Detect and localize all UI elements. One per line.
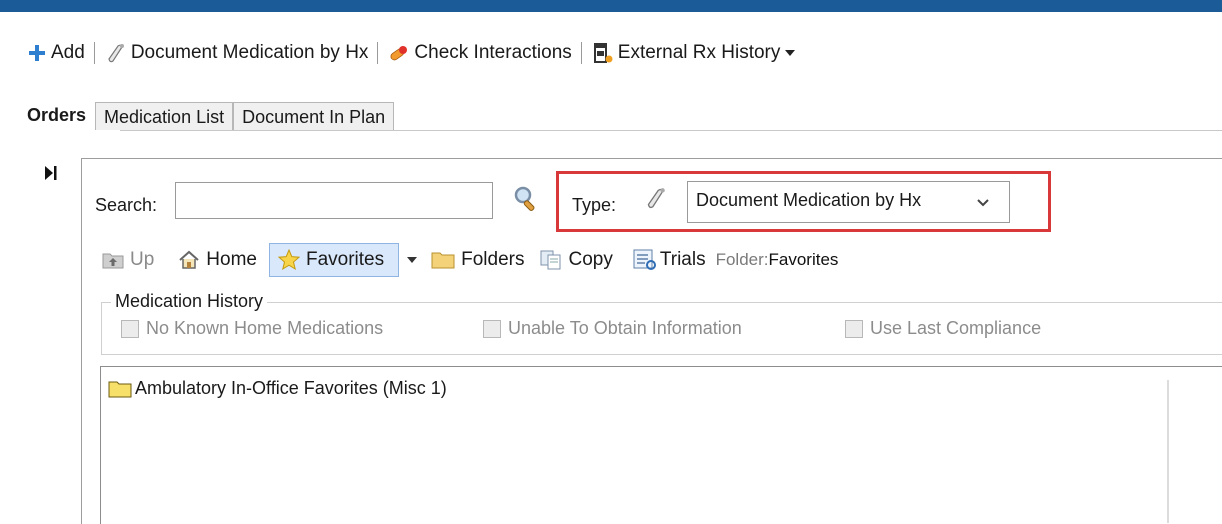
magnifier-icon[interactable] — [511, 184, 541, 214]
document-medication-label: Document Medication by Hx — [130, 42, 369, 63]
folder-icon — [108, 381, 132, 397]
current-folder-value: Favorites — [768, 250, 839, 269]
type-dropdown[interactable]: Document Medication by Hx — [687, 181, 1010, 223]
folder-icon — [431, 252, 455, 269]
plus-icon — [29, 45, 45, 61]
list-item-label: Ambulatory In-Office Favorites (Misc 1) — [135, 378, 447, 398]
checkbox-label: Use Last Compliance — [870, 318, 1042, 338]
copy-icon — [540, 250, 561, 270]
folder-prefix-label: Folder: — [715, 250, 769, 269]
star-icon — [277, 249, 300, 271]
favorites-label: Favorites — [305, 249, 385, 270]
checkbox-box — [845, 319, 863, 338]
type-selected-value: Document Medication by Hx — [696, 190, 922, 210]
toolbar: Add Document Medication by Hx Check Inte… — [28, 38, 796, 68]
checkbox-label: No Known Home Medications — [146, 318, 384, 338]
home-icon — [179, 250, 199, 269]
checkbox-box — [121, 319, 139, 338]
tab-document-in-plan[interactable]: Document In Plan — [233, 102, 395, 130]
tab-divider — [120, 130, 1222, 131]
chevron-down-icon[interactable] — [976, 198, 990, 208]
home-label: Home — [206, 249, 257, 270]
checkbox-box — [483, 319, 501, 338]
pills-icon — [390, 46, 408, 61]
document-medication-button[interactable]: Document Medication by Hx — [104, 42, 369, 64]
favorites-dropdown-icon[interactable] — [407, 256, 418, 264]
trials-label: Trials — [659, 249, 706, 270]
trials-button[interactable]: Trials — [633, 249, 706, 271]
copy-label: Copy — [568, 249, 613, 270]
checkbox-label: Unable To Obtain Information — [508, 318, 742, 338]
copy-button[interactable]: Copy — [540, 249, 613, 271]
toolbar-separator — [93, 42, 95, 64]
tab-orders[interactable]: Orders — [20, 100, 96, 130]
dropdown-arrow-icon[interactable] — [785, 49, 796, 57]
medication-history-title: Medication History — [111, 291, 268, 312]
scrollbar[interactable] — [1167, 380, 1169, 523]
use-last-compliance-checkbox[interactable]: Use Last Compliance — [845, 318, 1041, 339]
toolbar-separator — [580, 42, 582, 64]
folder-up-icon — [102, 253, 124, 269]
favorites-button[interactable]: Favorites — [268, 243, 400, 277]
external-rx-history-button[interactable]: External Rx History — [591, 42, 796, 64]
folders-button[interactable]: Folders — [431, 249, 524, 271]
search-input[interactable] — [175, 182, 493, 219]
home-button[interactable]: Home — [178, 249, 257, 271]
list-item[interactable]: Ambulatory In-Office Favorites (Misc 1) — [108, 378, 447, 399]
no-known-home-meds-checkbox[interactable]: No Known Home Medications — [121, 318, 383, 339]
external-rx-history-label: External Rx History — [617, 42, 781, 63]
tab-strip: Orders Medication List Document In Plan — [20, 100, 395, 130]
expand-panel-icon[interactable] — [44, 164, 58, 182]
up-label: Up — [130, 249, 155, 270]
search-label: Search: — [95, 195, 158, 215]
check-interactions-button[interactable]: Check Interactions — [387, 42, 572, 64]
window-title-bar — [0, 0, 1222, 12]
unable-to-obtain-checkbox[interactable]: Unable To Obtain Information — [483, 318, 742, 339]
check-interactions-label: Check Interactions — [414, 42, 572, 63]
toolbar-separator — [377, 42, 379, 64]
folder-navigation: Up Home Favorites Folders Copy Trials Fo… — [102, 240, 838, 280]
trials-icon — [633, 249, 656, 270]
folders-label: Folders — [461, 249, 525, 270]
scroll-icon — [108, 44, 124, 63]
add-label: Add — [51, 42, 85, 63]
scroll-icon — [647, 188, 665, 209]
tab-medication-list[interactable]: Medication List — [95, 102, 234, 130]
type-label: Type: — [572, 195, 617, 215]
add-button[interactable]: Add — [28, 42, 85, 64]
rx-bottle-icon — [593, 43, 613, 63]
up-button[interactable]: Up — [102, 249, 154, 271]
